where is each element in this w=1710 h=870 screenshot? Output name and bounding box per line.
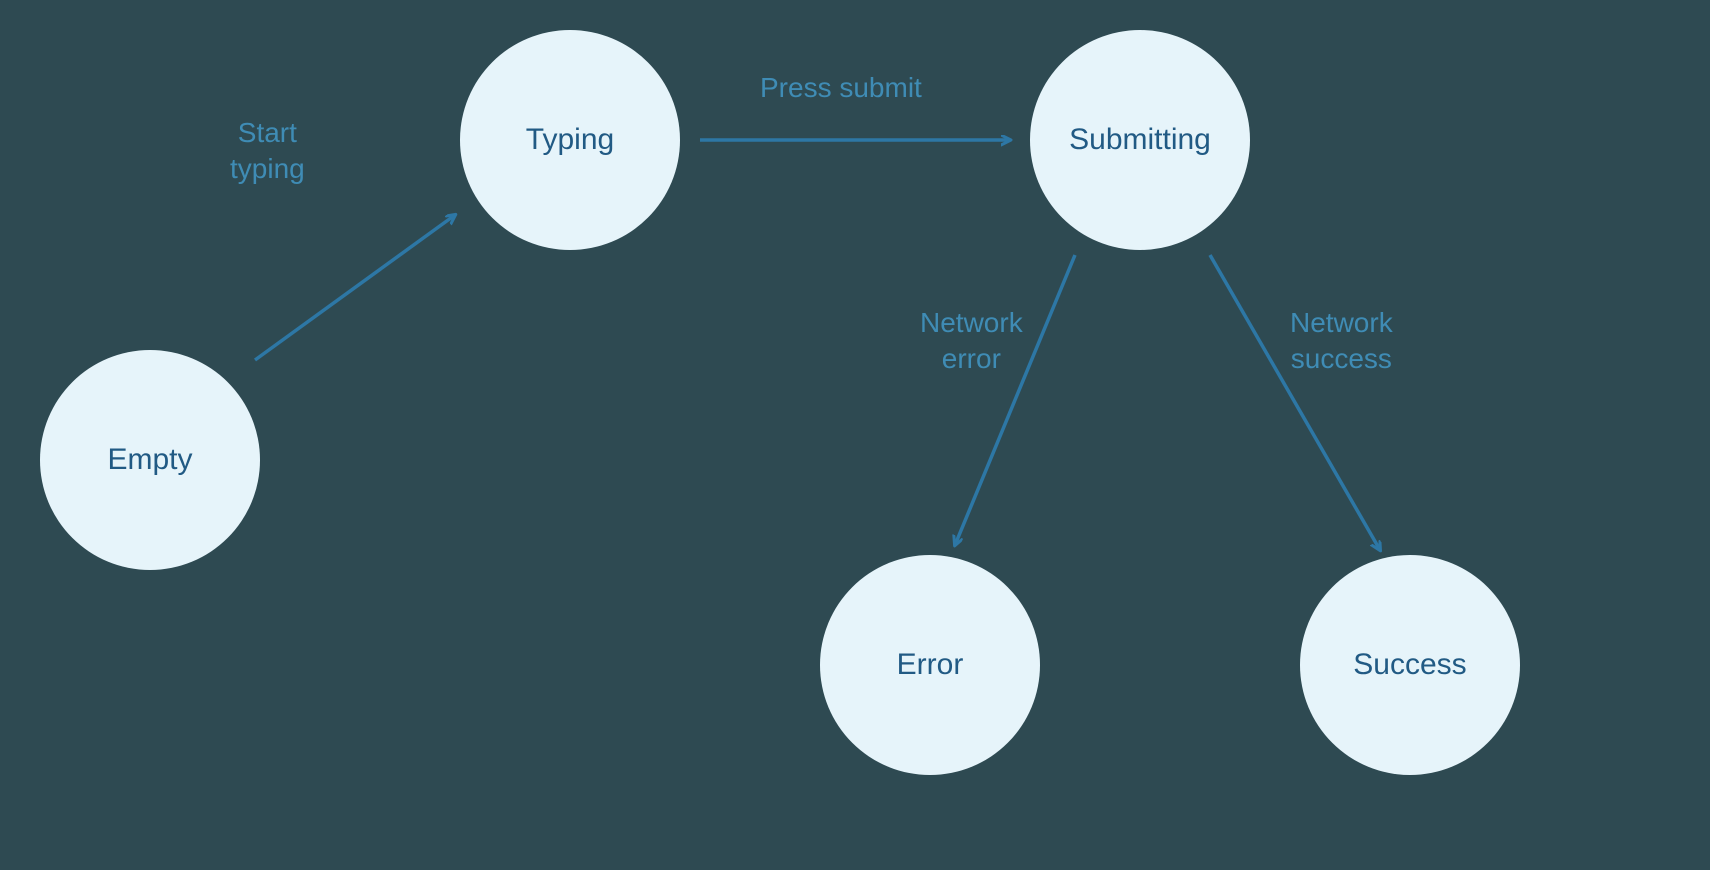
edge-label-line: Network xyxy=(1290,307,1393,338)
state-node-error: Error xyxy=(820,555,1040,775)
state-label: Success xyxy=(1353,648,1466,682)
state-node-empty: Empty xyxy=(40,350,260,570)
edge-label-line: success xyxy=(1291,343,1392,374)
arrow-network-success xyxy=(1210,255,1380,550)
state-node-submitting: Submitting xyxy=(1030,30,1250,250)
arrow-network-error xyxy=(955,255,1075,545)
state-node-success: Success xyxy=(1300,555,1520,775)
state-label: Error xyxy=(897,648,964,682)
state-label: Typing xyxy=(526,123,614,157)
state-node-typing: Typing xyxy=(460,30,680,250)
edge-label-network-success: Network success xyxy=(1290,305,1393,378)
edge-label-line: Start xyxy=(238,117,297,148)
edge-label-line: error xyxy=(942,343,1001,374)
edge-label-press-submit: Press submit xyxy=(760,70,922,106)
edge-label-line: typing xyxy=(230,153,305,184)
edge-label-network-error: Network error xyxy=(920,305,1023,378)
arrow-start-typing xyxy=(255,215,455,360)
state-label: Empty xyxy=(107,443,192,477)
edge-label-line: Network xyxy=(920,307,1023,338)
state-label: Submitting xyxy=(1069,123,1211,157)
edge-label-start-typing: Start typing xyxy=(230,115,305,188)
edge-label-line: Press submit xyxy=(760,72,922,103)
